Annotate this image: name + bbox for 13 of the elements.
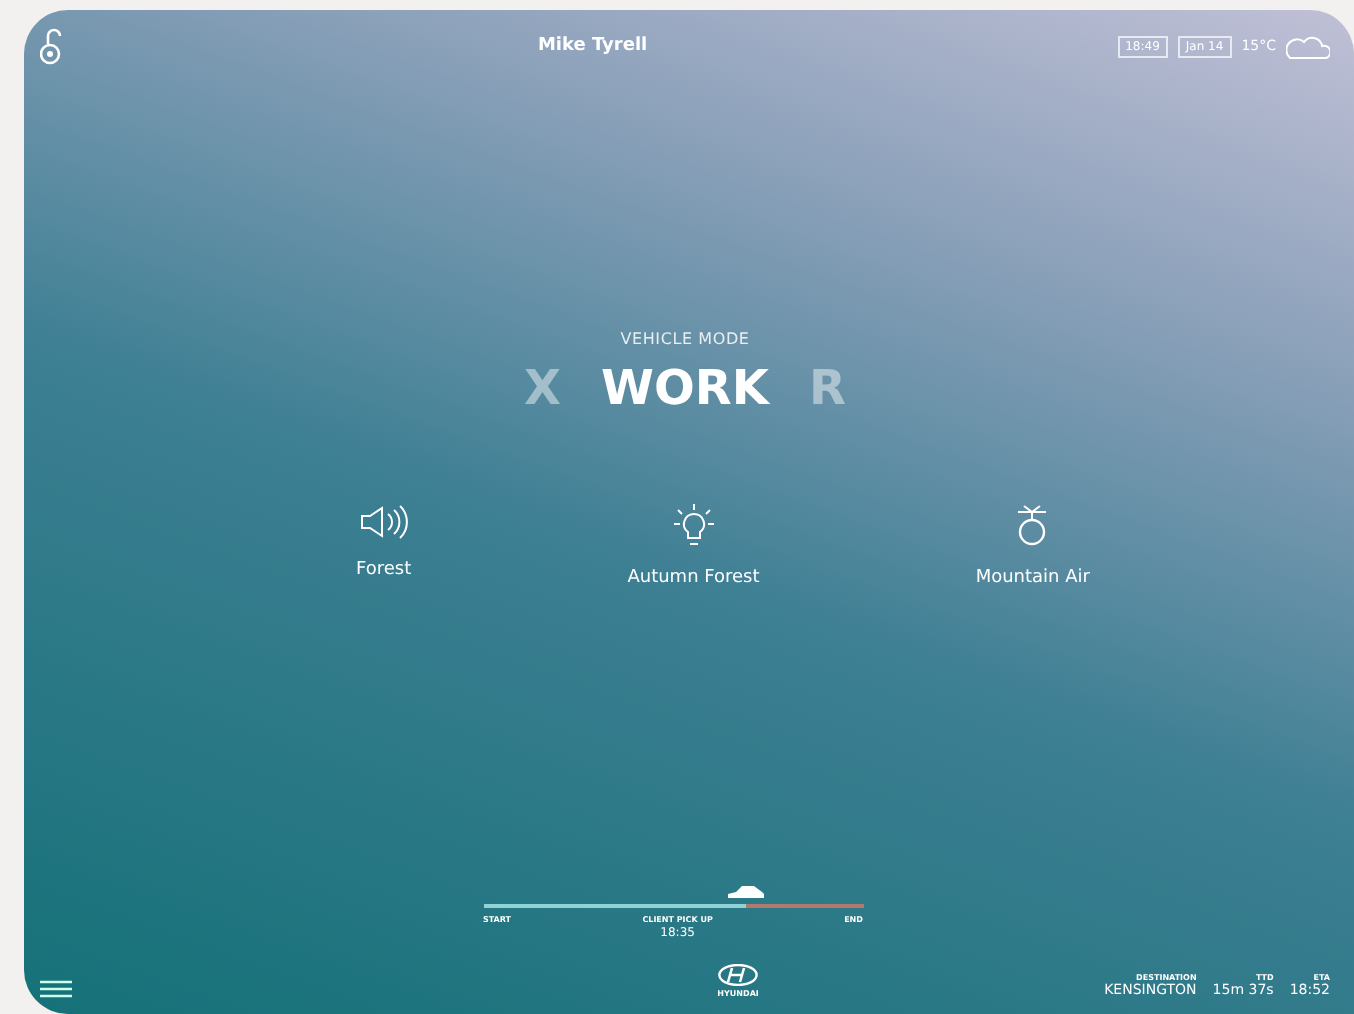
mode-option[interactable]: X (524, 360, 562, 416)
preset-label[interactable]: Autumn Forest (627, 568, 760, 588)
light-bulb-icon[interactable] (673, 504, 714, 548)
preset-label[interactable]: Mountain Air (975, 568, 1090, 588)
car-icon (725, 884, 766, 900)
mode-option[interactable]: WORK (601, 360, 769, 416)
vehicle-mode-label: VEHICLE MODE (620, 330, 750, 348)
cloud-icon (1285, 33, 1330, 59)
brand-logo-icon (718, 964, 759, 986)
speaker-icon[interactable] (359, 504, 408, 540)
preset-label[interactable]: Forest (356, 560, 412, 580)
user-name: Mike Tyrell (537, 36, 648, 56)
menu-icon[interactable] (40, 980, 72, 998)
